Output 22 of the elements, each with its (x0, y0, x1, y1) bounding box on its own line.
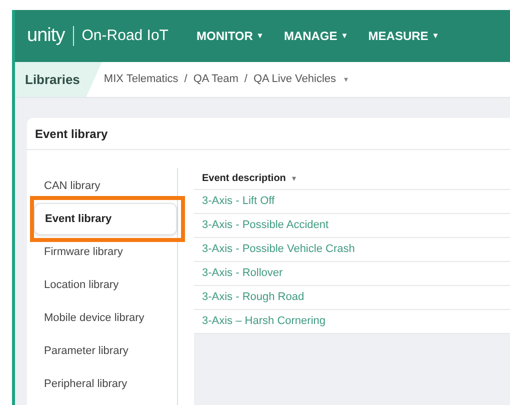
sidebar-item[interactable]: Parameter library (44, 342, 128, 360)
sidebar-item[interactable]: Peripheral library (44, 376, 128, 392)
nav-menu[interactable]: MONITOR ▾ (196, 27, 262, 45)
breadcrumb-separator: / (244, 72, 248, 88)
caret-icon[interactable]: ▾ (344, 74, 348, 86)
sidebar-item[interactable]: Firmware library (44, 244, 123, 260)
breadcrumb-link[interactable]: QA Team (193, 71, 238, 88)
breadcrumb-separator: / (184, 72, 188, 88)
nav-menu[interactable]: MANAGE ▾ (284, 27, 346, 45)
breadcrumb-link[interactable]: QA Live Vehicles (253, 71, 336, 88)
nav-menu[interactable]: MEASURE ▾ (368, 27, 438, 45)
column-header[interactable]: Event description (202, 171, 286, 186)
card-title: Event library (35, 126, 108, 142)
sidebar-item[interactable]: Location library (44, 276, 119, 294)
sidebar-item[interactable]: CAN library (44, 178, 100, 194)
section-tab[interactable]: Libraries (15, 62, 102, 97)
sidebar-item[interactable]: Mobile device library (44, 310, 144, 326)
logo: unity (27, 24, 65, 48)
product-name: On-Road IoT (82, 26, 168, 46)
sidebar-item[interactable]: Event library (34, 203, 177, 235)
sort-caret-icon[interactable]: ▾ (292, 172, 296, 184)
breadcrumb-link[interactable]: MIX Telematics (104, 71, 178, 88)
